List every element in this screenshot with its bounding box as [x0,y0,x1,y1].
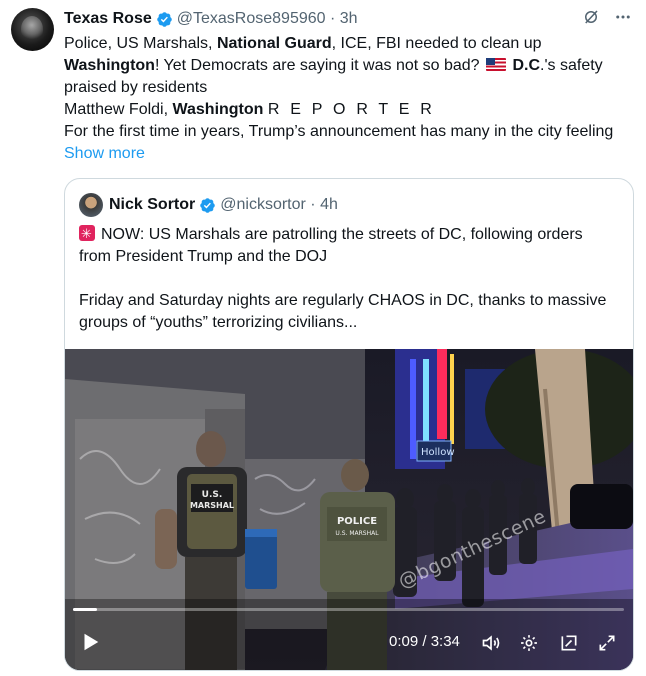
text-line-2: Washington! Yet Democrats are saying it … [64,57,603,74]
verified-badge-icon [156,11,172,27]
video-progress-bar[interactable] [73,608,624,611]
video-frame: Hollow U.S. MARSHAL POLICE U.S. MARSHAL [65,349,633,670]
quote-timestamp: 4h [320,196,338,213]
quote-text: NOW: US Marshals are patrolling the stre… [79,223,619,334]
svg-text:POLICE: POLICE [337,516,377,527]
quote-line-4: groups of “youths” terrorizing civilians… [79,314,358,331]
volume-icon[interactable] [481,633,501,653]
svg-text:U.S.: U.S. [202,490,223,500]
text-line-3: praised by residents [64,79,208,96]
alarm-icon [79,223,95,245]
text-line-5: For the first time in years, Trump’s ann… [64,123,614,140]
tweet-text: Police, US Marshals, National Guard, ICE… [64,33,636,165]
text-line-1: Police, US Marshals, National Guard, ICE… [64,35,542,52]
svg-text:MARSHAL: MARSHAL [190,501,234,510]
verified-badge-icon [200,197,216,213]
author-handle[interactable]: @TexasRose895960 [177,10,326,28]
quote-avatar [79,193,103,217]
quoted-tweet[interactable]: Nick Sortor @nicksortor · 4h NOW: US Mar… [64,178,634,671]
author-name[interactable]: Texas Rose [64,10,152,28]
show-more-link[interactable]: Show more [64,143,636,165]
more-icon[interactable] [614,8,632,26]
avatar[interactable] [11,8,54,51]
minimize-icon[interactable] [559,633,579,653]
video-progress-fill [73,608,97,611]
quote-line-3: Friday and Saturday nights are regularly… [79,292,607,309]
quote-line-1: NOW: US Marshals are patrolling the stre… [79,223,619,246]
video-player[interactable]: Hollow U.S. MARSHAL POLICE U.S. MARSHAL … [65,349,633,670]
separator-dot: · [325,10,340,27]
video-controls: 0:09 / 3:34 [65,627,633,661]
video-time: 0:09 / 3:34 [389,633,460,650]
separator-dot: · [305,196,321,213]
header-actions [582,8,632,26]
text-line-4: Matthew Foldi, Washington R E P O R T E … [64,101,436,118]
grok-icon[interactable] [582,8,600,26]
timestamp[interactable]: 3h [340,10,358,28]
svg-text:U.S. MARSHAL: U.S. MARSHAL [335,530,379,537]
tweet-header: Texas Rose @TexasRose895960 · 3h [64,9,358,29]
play-icon[interactable] [79,631,101,653]
quote-line-2: from President Trump and the DOJ [79,248,328,265]
flag-us-icon [486,58,507,71]
fullscreen-icon[interactable] [597,633,617,653]
quote-author-handle: @nicksortor [220,196,306,213]
svg-text:Hollow: Hollow [421,447,455,458]
quote-author-name: Nick Sortor [109,196,196,213]
quote-header: Nick Sortor @nicksortor · 4h [79,193,338,217]
settings-icon[interactable] [519,633,539,653]
